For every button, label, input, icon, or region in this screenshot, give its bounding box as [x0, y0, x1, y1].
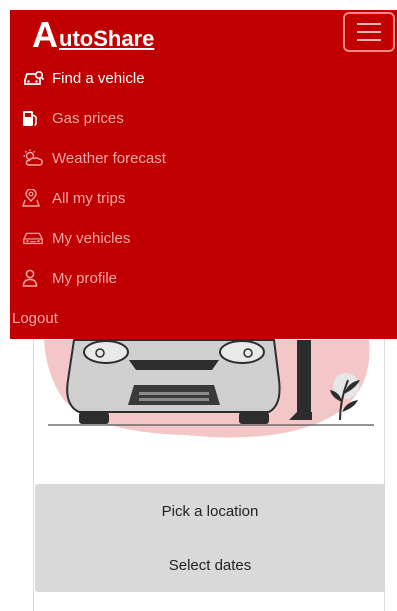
nav-item-profile[interactable]: My profile: [10, 258, 397, 298]
menu-toggle-button[interactable]: [343, 12, 395, 52]
nav-item-label: Gas prices: [52, 109, 124, 127]
nav-item-gas-prices[interactable]: Gas prices: [10, 98, 397, 138]
brand-logo[interactable]: A utoShare: [32, 14, 155, 55]
logout-label: Logout: [12, 309, 58, 327]
navbar: A utoShare Find a vehicle Gas prices Wea…: [10, 10, 397, 339]
select-dates-label: Select dates: [168, 556, 252, 574]
nav-item-label: Weather forecast: [52, 149, 166, 167]
search-form: Pick a location Select dates: [35, 484, 385, 592]
pick-location-button[interactable]: Pick a location: [35, 484, 385, 538]
hamburger-line: [357, 31, 381, 33]
user-icon: [22, 268, 44, 288]
nav-item-trips[interactable]: All my trips: [10, 178, 397, 218]
nav-item-my-vehicles[interactable]: My vehicles: [10, 218, 397, 258]
nav-item-label: All my trips: [52, 189, 126, 207]
brand-letter: A: [32, 14, 58, 55]
nav-item-find-vehicle[interactable]: Find a vehicle: [10, 58, 397, 98]
hamburger-line: [357, 23, 381, 25]
map-pin-icon: [22, 188, 44, 208]
sun-cloud-icon: [22, 148, 44, 168]
nav-item-label: My profile: [52, 269, 118, 287]
gas-pump-icon: [22, 108, 44, 128]
hamburger-line: [357, 39, 381, 41]
car-search-icon: [22, 68, 44, 88]
logout-link[interactable]: Logout: [10, 298, 397, 338]
nav-menu: Find a vehicle Gas prices Weather foreca…: [10, 58, 397, 338]
nav-item-label: My vehicles: [52, 229, 131, 247]
car-illustration: [44, 339, 374, 438]
nav-item-weather[interactable]: Weather forecast: [10, 138, 397, 178]
brand-name: utoShare: [59, 26, 155, 51]
car-icon: [22, 228, 44, 248]
select-dates-button[interactable]: Select dates: [35, 538, 385, 592]
pick-location-label: Pick a location: [161, 502, 259, 520]
nav-item-label: Find a vehicle: [52, 69, 145, 87]
search-card: Pick a location Select dates: [33, 330, 385, 611]
